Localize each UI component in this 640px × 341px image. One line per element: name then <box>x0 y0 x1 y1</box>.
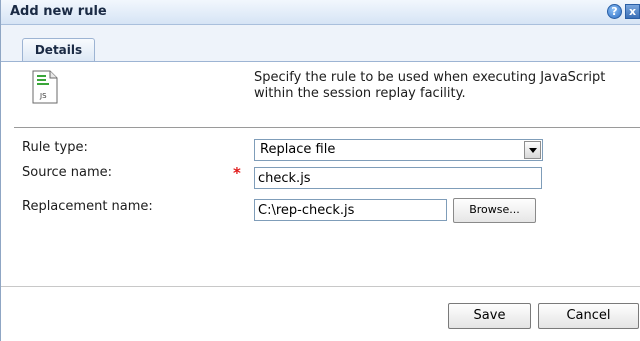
footer-divider <box>1 286 640 287</box>
replacement-name-input[interactable] <box>254 199 447 221</box>
rule-description: Specify the rule to be used when executi… <box>254 70 606 101</box>
source-name-input[interactable] <box>254 167 542 189</box>
section-divider <box>14 127 640 128</box>
file-icon-label: JS <box>39 92 47 100</box>
save-button[interactable]: Save <box>448 303 531 329</box>
cancel-button[interactable]: Cancel <box>538 303 639 329</box>
rule-type-select[interactable]: Replace file <box>254 139 543 161</box>
browse-button[interactable]: Browse... <box>453 198 536 223</box>
source-name-label: Source name: <box>22 165 113 180</box>
tab-details[interactable]: Details <box>22 38 95 61</box>
javascript-file-icon: JS <box>32 70 58 104</box>
chevron-down-icon[interactable] <box>524 141 541 159</box>
replacement-name-label: Replacement name: <box>22 199 153 214</box>
add-rule-dialog: Add new rule ? x Details JS Specify the … <box>0 0 640 341</box>
required-asterisk: * <box>233 164 241 182</box>
close-icon[interactable]: x <box>625 4 640 19</box>
dialog-title: Add new rule <box>10 4 107 19</box>
tab-divider <box>1 61 640 62</box>
rule-type-label: Rule type: <box>22 140 88 155</box>
dialog-titlebar: Add new rule ? x <box>1 0 640 25</box>
help-icon[interactable]: ? <box>607 4 622 19</box>
rule-type-value: Replace file <box>260 142 336 157</box>
tab-strip: Details <box>1 25 640 62</box>
